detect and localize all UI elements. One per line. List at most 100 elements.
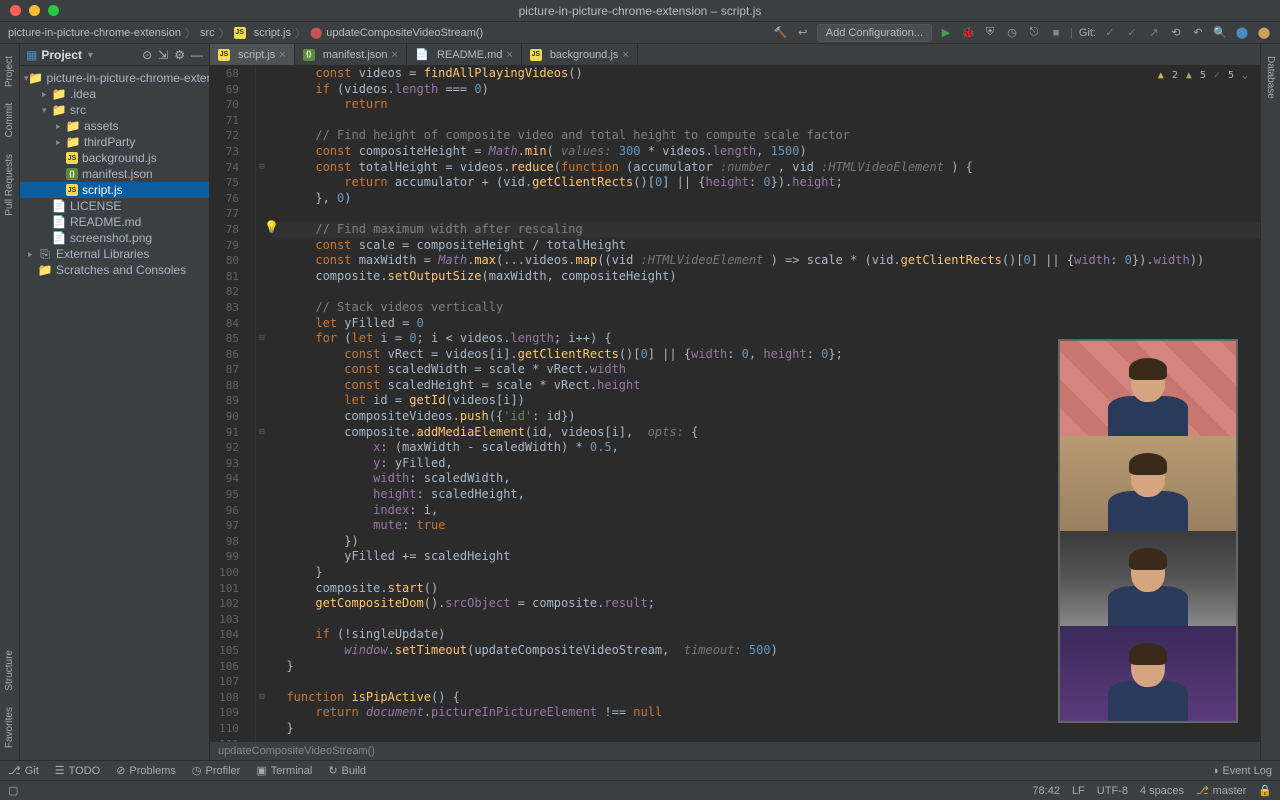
tree-arrow-icon[interactable]: ▾ — [42, 105, 52, 116]
editor-footer-text[interactable]: updateCompositeVideoStream() — [218, 745, 375, 757]
line-separator[interactable]: LF — [1072, 785, 1085, 797]
coverage-icon[interactable]: ⛨ — [982, 25, 998, 41]
git-branch[interactable]: ⎇master — [1196, 784, 1246, 797]
js-file-icon: JS — [530, 49, 542, 61]
tool-event-log[interactable]: ◑Event Log — [1212, 765, 1272, 777]
maximize-window-button[interactable] — [48, 5, 59, 16]
tool-problems[interactable]: ⊘Problems — [116, 764, 176, 777]
folder-icon: 📁 — [52, 87, 66, 101]
settings-icon[interactable]: ⬤ — [1234, 25, 1250, 41]
ok-count: 5 — [1228, 70, 1234, 81]
tree-item[interactable]: {} manifest.json — [20, 166, 209, 182]
tree-arrow-icon[interactable]: ▸ — [56, 137, 66, 148]
library-icon: ⎘ — [38, 247, 52, 261]
tab-close-icon[interactable]: × — [622, 49, 628, 61]
minimize-window-button[interactable] — [29, 5, 40, 16]
run-configuration-dropdown[interactable]: Add Configuration... — [817, 24, 932, 42]
build-icon[interactable]: 🔨 — [773, 25, 789, 41]
hide-panel-icon[interactable]: — — [191, 48, 203, 62]
expand-all-icon[interactable]: ⇲ — [158, 48, 168, 62]
tool-profiler[interactable]: ◷Profiler — [192, 764, 240, 777]
fold-gutter[interactable]: ⊟ ⊟ ⊟ ⊟ — [256, 66, 268, 742]
tab-label: script.js — [238, 49, 275, 61]
tool-rail-structure[interactable]: Structure — [4, 642, 15, 699]
tool-rail-database[interactable]: Database — [1265, 48, 1276, 107]
json-file-icon: {} — [66, 168, 78, 180]
tree-item-label: picture-in-picture-chrome-extension — [47, 71, 209, 85]
tree-item[interactable]: ▾📁picture-in-picture-chrome-extension — [20, 70, 209, 86]
editor-tab[interactable]: JSbackground.js× — [522, 44, 638, 65]
tab-close-icon[interactable]: × — [279, 49, 285, 61]
tree-item[interactable]: 📁Scratches and Consoles — [20, 262, 209, 278]
chevron-down-icon[interactable]: ⌄ — [1242, 70, 1248, 81]
tool-todo[interactable]: ☰TODO — [55, 764, 100, 777]
tree-item[interactable]: JSbackground.js — [20, 150, 209, 166]
select-opened-file-icon[interactable]: ⊙ — [142, 48, 152, 62]
git-push-icon[interactable]: ↗ — [1146, 25, 1162, 41]
git-update-icon[interactable]: ✓ — [1102, 25, 1118, 41]
status-menu-icon[interactable]: ▢ — [8, 784, 18, 797]
tree-item-label: src — [70, 103, 86, 117]
editor-tab[interactable]: JSscript.js× — [210, 44, 295, 65]
editor-tabs: JSscript.js×{}manifest.json×📄README.md×J… — [210, 44, 1260, 66]
lock-icon[interactable]: 🔒 — [1258, 784, 1272, 797]
git-commit-icon[interactable]: ✓ — [1124, 25, 1140, 41]
profiler-icon: ◷ — [192, 764, 202, 777]
tool-rail-pull-requests[interactable]: Pull Requests — [4, 146, 15, 224]
tab-close-icon[interactable]: × — [506, 49, 512, 61]
titlebar: picture-in-picture-chrome-extension – sc… — [0, 0, 1280, 22]
build-icon: ↻ — [328, 764, 337, 777]
git-rollback-icon[interactable]: ↶ — [1190, 25, 1206, 41]
tool-rail-commit[interactable]: Commit — [4, 95, 15, 145]
editor-tab[interactable]: 📄README.md× — [407, 44, 522, 65]
tree-arrow-icon[interactable]: ▸ — [28, 249, 38, 260]
intention-bulb-icon[interactable]: 💡 — [264, 220, 279, 234]
tree-item[interactable]: ▾📁src — [20, 102, 209, 118]
editor-body[interactable]: 68 69 70 71 72 73 74 75 76 77 78 79 80 8… — [210, 66, 1260, 742]
indent-settings[interactable]: 4 spaces — [1140, 785, 1184, 797]
tree-item-label: manifest.json — [82, 167, 153, 181]
project-select-icon[interactable]: ▦ — [26, 48, 37, 62]
debug-icon[interactable]: 🐞 — [960, 25, 976, 41]
tree-item[interactable]: 📄README.md — [20, 214, 209, 230]
breadcrumb-function[interactable]: updateCompositeVideoStream() — [326, 27, 483, 39]
tree-item[interactable]: ▸⎘External Libraries — [20, 246, 209, 262]
warning-icon: ▲ — [1158, 70, 1164, 81]
ok-icon: ✓ — [1214, 70, 1220, 81]
tool-rail-project[interactable]: Project — [4, 48, 15, 95]
file-encoding[interactable]: UTF-8 — [1097, 785, 1128, 797]
event-log-icon: ◑ — [1212, 765, 1219, 777]
tool-terminal[interactable]: ▣Terminal — [256, 764, 312, 777]
caret-position[interactable]: 78:42 — [1032, 785, 1060, 797]
editor-tab[interactable]: {}manifest.json× — [295, 44, 407, 65]
js-icon: JS — [234, 27, 246, 39]
stop-icon[interactable]: ■ — [1048, 25, 1064, 41]
search-everywhere-icon[interactable]: 🔍 — [1212, 25, 1228, 41]
attach-icon[interactable]: ⎋ — [1026, 25, 1042, 41]
breadcrumb-file[interactable]: script.js — [254, 27, 291, 39]
profile-icon[interactable]: ◷ — [1004, 25, 1020, 41]
run-icon[interactable]: ▶ — [938, 25, 954, 41]
breadcrumb-project[interactable]: picture-in-picture-chrome-extension — [8, 27, 181, 39]
tool-rail-favorites[interactable]: Favorites — [4, 699, 15, 756]
tool-git[interactable]: ⎇Git — [8, 764, 39, 777]
breadcrumb-folder[interactable]: src — [200, 27, 215, 39]
nav-back-icon[interactable]: ↩ — [795, 25, 811, 41]
ide-features-icon[interactable]: ⬤ — [1256, 25, 1272, 41]
tree-item[interactable]: 📄screenshot.png — [20, 230, 209, 246]
pip-overlay-window[interactable] — [1058, 339, 1238, 723]
tree-item[interactable]: 📄LICENSE — [20, 198, 209, 214]
tree-item[interactable]: ▸📁thirdParty — [20, 134, 209, 150]
panel-settings-icon[interactable]: ⚙ — [174, 48, 185, 62]
git-history-icon[interactable]: ⟲ — [1168, 25, 1184, 41]
close-window-button[interactable] — [10, 5, 21, 16]
tree-item[interactable]: ▸📁.idea — [20, 86, 209, 102]
inspections-widget[interactable]: ▲2 ▲5 ✓5 ⌄ — [1158, 70, 1248, 81]
tab-close-icon[interactable]: × — [392, 49, 398, 61]
tree-arrow-icon[interactable]: ▸ — [56, 121, 66, 132]
tree-arrow-icon[interactable]: ▸ — [42, 89, 52, 100]
line-number-gutter[interactable]: 68 69 70 71 72 73 74 75 76 77 78 79 80 8… — [210, 66, 256, 742]
tool-build[interactable]: ↻Build — [328, 764, 366, 777]
tree-item[interactable]: JSscript.js — [20, 182, 209, 198]
tree-item[interactable]: ▸📁assets — [20, 118, 209, 134]
